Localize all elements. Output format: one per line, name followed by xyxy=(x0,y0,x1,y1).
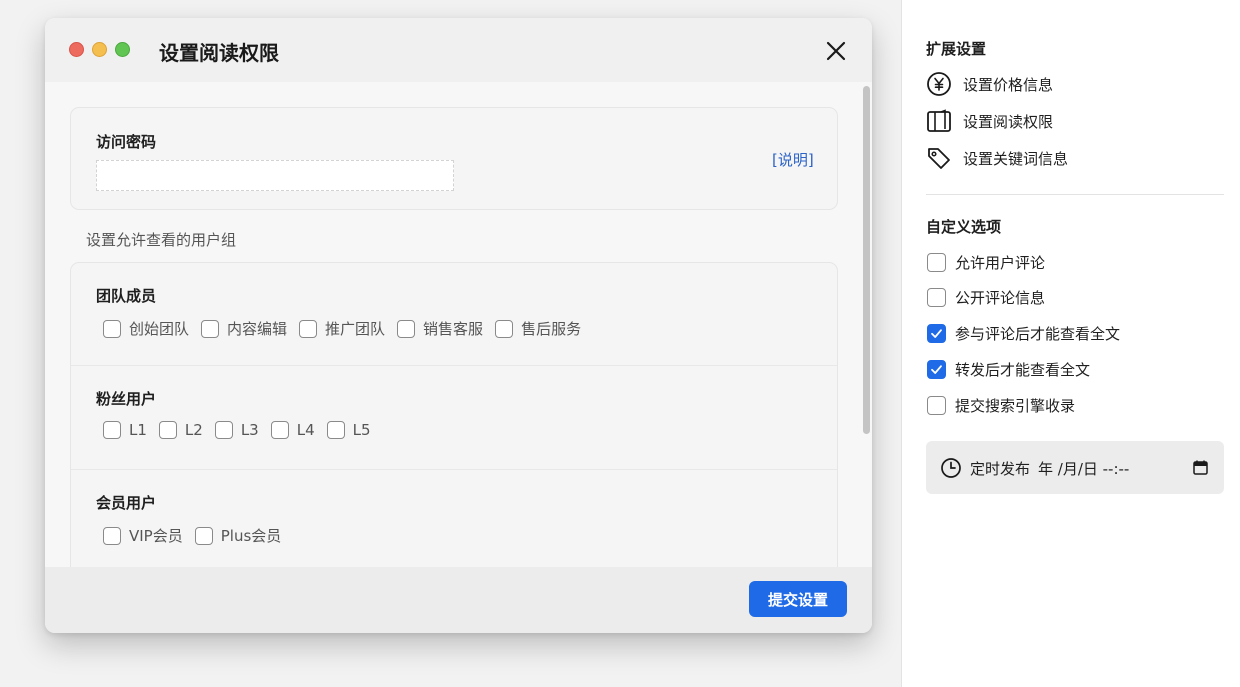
option-l2[interactable]: L2 xyxy=(158,421,203,439)
option-label: VIP会员 xyxy=(129,527,183,545)
yen-circle-icon xyxy=(926,71,952,97)
option-label: 提交搜索引擎收录 xyxy=(955,397,1076,415)
group-options: 创始团队 内容编辑 推广团队 销售客服 售后服务 xyxy=(103,318,593,339)
checkbox[interactable] xyxy=(103,526,121,545)
group-title: 会员用户 xyxy=(96,494,157,512)
share-to-read-option[interactable]: 转发后才能查看全文 xyxy=(927,359,1090,380)
group-team-members: 团队成员 创始团队 内容编辑 推广团队 销售客服 售后服务 xyxy=(71,263,837,365)
option-label: Plus会员 xyxy=(220,527,282,545)
ext-item-label: 设置价格信息 xyxy=(963,75,1054,94)
public-comments-option[interactable]: 公开评论信息 xyxy=(927,287,1045,308)
option-label: 转发后才能查看全文 xyxy=(955,361,1091,379)
group-fan-users: 粉丝用户 L1 L2 L3 L4 L5 xyxy=(71,365,837,469)
option-l5[interactable]: L5 xyxy=(326,421,371,439)
checkbox[interactable] xyxy=(326,421,345,439)
dialog-titlebar: 设置阅读权限 xyxy=(45,18,872,82)
option-label: 允许用户评论 xyxy=(955,254,1046,272)
checkbox[interactable] xyxy=(214,421,233,439)
check-icon xyxy=(931,329,942,338)
option-label: L3 xyxy=(240,421,259,439)
checkbox[interactable] xyxy=(927,288,946,307)
checkbox[interactable] xyxy=(103,319,121,338)
option-label: 销售客服 xyxy=(423,320,484,338)
clock-icon xyxy=(940,457,962,479)
allow-comments-option[interactable]: 允许用户评论 xyxy=(927,252,1045,273)
option-label: L2 xyxy=(184,421,203,439)
schedule-publish-field[interactable]: 定时发布 年 /月/日 --:-- xyxy=(926,441,1224,494)
group-options: L1 L2 L3 L4 L5 xyxy=(103,421,383,439)
option-content-editor[interactable]: 内容编辑 xyxy=(201,318,287,339)
checkbox[interactable] xyxy=(194,526,213,545)
option-founding-team[interactable]: 创始团队 xyxy=(103,318,189,339)
submit-settings-button[interactable]: 提交设置 xyxy=(749,581,847,617)
option-plus[interactable]: Plus会员 xyxy=(194,525,282,546)
option-l3[interactable]: L3 xyxy=(214,421,259,439)
option-label: 内容编辑 xyxy=(227,320,288,338)
book-icon xyxy=(926,108,952,134)
comment-to-read-option[interactable]: 参与评论后才能查看全文 xyxy=(927,323,1120,344)
group-title: 团队成员 xyxy=(96,287,157,305)
extensions-title: 扩展设置 xyxy=(926,40,987,58)
checkbox[interactable] xyxy=(103,421,121,439)
set-reading-permission-item[interactable]: 设置阅读权限 xyxy=(926,108,1053,134)
search-engine-index-option[interactable]: 提交搜索引擎收录 xyxy=(927,395,1075,416)
check-icon xyxy=(931,365,942,374)
custom-options-title: 自定义选项 xyxy=(926,218,1002,236)
scrollbar-thumb[interactable] xyxy=(863,86,870,434)
dialog-title: 设置阅读权限 xyxy=(159,41,279,65)
checkbox[interactable] xyxy=(158,421,177,439)
password-input[interactable] xyxy=(96,160,454,191)
window-close-dot[interactable] xyxy=(69,42,84,57)
checkbox-checked[interactable] xyxy=(927,324,946,343)
option-label: L4 xyxy=(296,421,315,439)
section-divider xyxy=(926,194,1224,195)
password-card: 访问密码 [说明] xyxy=(70,107,838,210)
close-icon[interactable] xyxy=(823,38,849,64)
option-label: 售后服务 xyxy=(521,320,582,338)
dialog-footer: 提交设置 xyxy=(45,567,872,633)
schedule-datetime-input[interactable]: 年 /月/日 --:-- xyxy=(1038,458,1129,479)
option-label: 参与评论后才能查看全文 xyxy=(955,325,1121,343)
option-label: 创始团队 xyxy=(129,320,190,338)
schedule-label: 定时发布 xyxy=(970,460,1031,478)
option-vip[interactable]: VIP会员 xyxy=(103,525,183,546)
reading-permission-dialog: 设置阅读权限 访问密码 [说明] 设置允许查看的用户组 团队成员 创始团队 内容… xyxy=(45,18,872,633)
set-price-item[interactable]: 设置价格信息 xyxy=(926,71,1053,97)
checkbox[interactable] xyxy=(270,421,289,439)
set-keyword-item[interactable]: 设置关键词信息 xyxy=(926,145,1068,171)
option-l1[interactable]: L1 xyxy=(103,421,147,439)
checkbox[interactable] xyxy=(397,319,416,338)
option-after-sales[interactable]: 售后服务 xyxy=(495,318,581,339)
password-label: 访问密码 xyxy=(96,133,157,151)
checkbox[interactable] xyxy=(927,253,946,272)
group-title: 粉丝用户 xyxy=(96,390,157,408)
group-options: VIP会员 Plus会员 xyxy=(103,525,293,546)
tag-icon xyxy=(926,145,952,171)
checkbox[interactable] xyxy=(495,319,514,338)
option-sales-service[interactable]: 销售客服 xyxy=(397,318,483,339)
group-member-users: 会员用户 VIP会员 Plus会员 xyxy=(71,469,837,567)
option-label: 推广团队 xyxy=(325,320,386,338)
checkbox[interactable] xyxy=(299,319,318,338)
settings-sidebar: 扩展设置 设置价格信息 设置阅读权限 设置关键词信息 自定义选项 允许用户评论 … xyxy=(903,0,1240,687)
option-label: L1 xyxy=(129,421,147,439)
calendar-icon[interactable] xyxy=(1193,460,1208,475)
option-label: 公开评论信息 xyxy=(955,289,1046,307)
password-help-link[interactable]: [说明] xyxy=(772,149,814,170)
checkbox[interactable] xyxy=(201,319,220,338)
option-promotion-team[interactable]: 推广团队 xyxy=(299,318,385,339)
window-minimize-dot[interactable] xyxy=(92,42,107,57)
checkbox[interactable] xyxy=(927,396,946,415)
user-groups-caption: 设置允许查看的用户组 xyxy=(86,231,237,249)
dialog-body: 访问密码 [说明] 设置允许查看的用户组 团队成员 创始团队 内容编辑 推广团队… xyxy=(45,82,872,567)
user-groups-card: 团队成员 创始团队 内容编辑 推广团队 销售客服 售后服务 粉丝用户 L1 L2… xyxy=(70,262,838,567)
checkbox-checked[interactable] xyxy=(927,360,946,379)
ext-item-label: 设置关键词信息 xyxy=(963,149,1069,168)
window-zoom-dot[interactable] xyxy=(115,42,130,57)
option-l4[interactable]: L4 xyxy=(270,421,315,439)
option-label: L5 xyxy=(352,421,371,439)
ext-item-label: 设置阅读权限 xyxy=(963,112,1054,131)
